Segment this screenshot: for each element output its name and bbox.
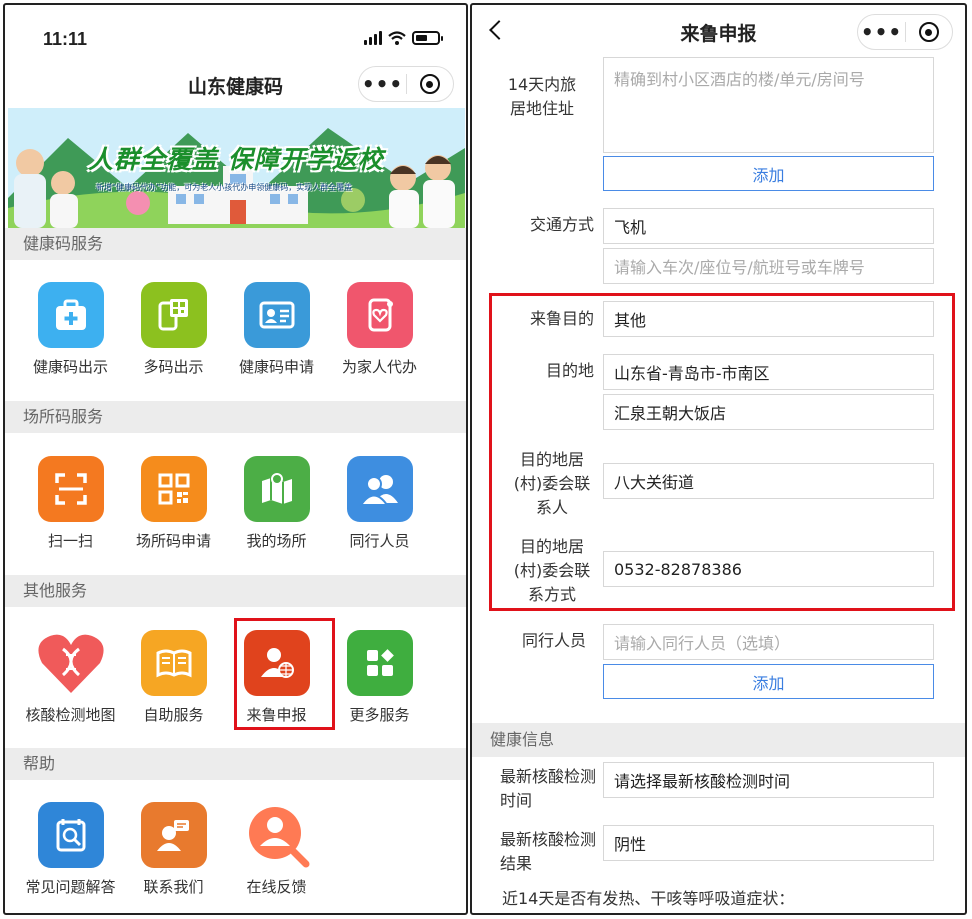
venue-code-grid: 扫一扫 场所码申请 我的场所 同行人员 [5,456,466,551]
address-textarea[interactable]: 精确到村小区酒店的楼/单元/房间号 [603,57,934,153]
section-help: 帮助 [5,748,466,780]
service-faq[interactable]: 常见问题解答 [19,802,122,897]
service-family-agent[interactable]: 为家人代办 [328,282,431,377]
service-multi-code-show[interactable]: 多码出示 [122,282,225,377]
service-more[interactable]: 更多服务 [328,630,431,725]
section-other-services: 其他服务 [5,575,466,607]
service-health-code-apply[interactable]: 健康码申请 [225,282,328,377]
people-icon [346,456,413,522]
service-label: 健康码申请 [238,358,314,376]
medical-kit-icon [37,282,104,348]
promo-banner[interactable]: 人群全覆盖 保障开学返校 新增“健康码代办”功能，可为老人小孩代办申领健康码，实… [8,108,465,228]
test-result-select[interactable]: 阴性 [603,825,934,861]
nav-bar: 来鲁申报 ••• [472,5,965,53]
add-address-button[interactable]: 添加 [603,156,934,191]
highlight-box [234,618,335,730]
help-grid: 常见问题解答 联系我们 在线反馈 [5,802,466,897]
service-my-venues[interactable]: 我的场所 [225,456,328,551]
scan-icon [37,456,104,522]
nav-bar: 山东健康码 ••• [5,61,466,109]
service-label: 核酸检测地图 [25,706,116,724]
service-label: 在线反馈 [246,878,307,896]
signal-icon [364,31,382,45]
test-time-label: 最新核酸检测时间 [500,767,597,810]
highlight-box [489,293,955,611]
transport-label: 交通方式 [529,215,594,234]
self-service-book-icon [140,630,207,696]
mini-program-capsule: ••• [857,14,953,50]
service-label: 同行人员 [349,532,410,550]
more-icon[interactable]: ••• [359,66,406,102]
left-screen: 11:11 山东健康码 ••• 人群全覆盖 保障开学返校 新增“健康码代办”功能… [3,3,468,915]
service-contact-us[interactable]: 联系我们 [122,802,225,897]
vehicle-number-input[interactable]: 请输入车次/座位号/航班号或车牌号 [603,248,934,284]
service-self-service[interactable]: 自助服务 [122,630,225,725]
transport-select[interactable]: 飞机 [603,208,934,244]
service-label: 我的场所 [246,532,307,550]
contact-chat-icon [140,802,207,868]
service-label: 多码出示 [143,358,204,376]
service-label: 健康码出示 [32,358,108,376]
service-nucleic-test-map[interactable]: 核酸检测地图 [19,630,122,725]
faq-search-icon [37,802,104,868]
close-target-icon[interactable] [407,74,453,94]
qr-code-icon [140,456,207,522]
address-label: 14天内旅居地住址 [507,75,577,118]
service-venue-code-apply[interactable]: 场所码申请 [122,456,225,551]
wifi-icon [388,31,406,45]
status-bar: 11:11 [5,5,466,61]
mini-program-capsule: ••• [358,66,454,102]
health-code-grid: 健康码出示 多码出示 健康码申请 为家人代办 [5,282,466,377]
section-venue-code: 场所码服务 [5,401,466,433]
more-icon[interactable]: ••• [858,14,905,50]
phone-heart-icon [346,282,413,348]
service-companions[interactable]: 同行人员 [328,456,431,551]
id-card-icon [243,282,310,348]
test-result-label: 最新核酸检测结果 [500,830,597,873]
close-target-icon[interactable] [906,22,952,42]
symptom-question: 近14天是否有发热、干咳等呼吸道症状： [502,889,795,908]
banner-headline: 人群全覆盖 保障开学返校 [88,145,384,174]
service-label: 扫一扫 [47,532,93,550]
service-label: 为家人代办 [341,358,417,376]
add-companion-button[interactable]: 添加 [603,664,934,699]
feedback-person-icon [242,802,312,868]
banner-subline: 新增“健康码代办”功能，可为老人小孩代办申领健康码，实现人群全覆盖 [96,183,353,192]
section-health-info: 健康信息 [472,723,965,757]
service-label: 场所码申请 [135,532,211,550]
companion-label: 同行人员 [521,631,586,650]
test-time-select[interactable]: 请选择最新核酸检测时间 [603,762,934,798]
service-label: 联系我们 [143,878,204,896]
service-label: 更多服务 [349,706,410,724]
map-pin-icon [243,456,310,522]
grid-more-icon [346,630,413,696]
service-scan[interactable]: 扫一扫 [19,456,122,551]
service-health-code-show[interactable]: 健康码出示 [19,282,122,377]
right-screen: 来鲁申报 ••• 14天内旅居地住址 精确到村小区酒店的楼/单元/房间号 添加 … [470,3,967,915]
section-health-code: 健康码服务 [5,228,466,260]
service-online-feedback[interactable]: 在线反馈 [225,802,328,897]
companion-input[interactable]: 请输入同行人员（选填） [603,624,934,660]
battery-icon [412,31,443,45]
service-label: 常见问题解答 [25,878,116,896]
multi-qr-phone-icon [140,282,207,348]
dna-heart-icon [36,630,106,696]
service-label: 自助服务 [143,706,204,724]
status-time: 11:11 [43,29,88,49]
